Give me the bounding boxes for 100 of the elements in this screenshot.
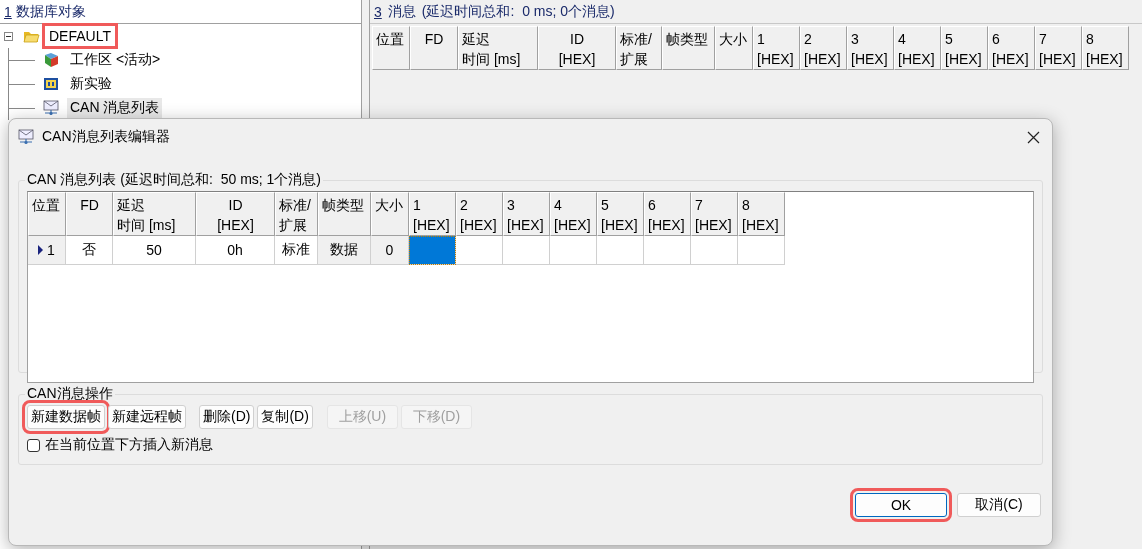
- header-text: [HEX]: [898, 50, 935, 69]
- table-cell: 否: [66, 236, 113, 265]
- column-header[interactable]: ID [HEX]: [538, 26, 616, 70]
- column-header[interactable]: 6 [HEX]: [988, 26, 1035, 70]
- column-header[interactable]: 7 [HEX]: [691, 192, 738, 236]
- envelope-network-icon: [43, 100, 59, 116]
- column-header[interactable]: 8 [HEX]: [738, 192, 785, 236]
- header-text: [HEX]: [460, 216, 497, 235]
- header-text: 帧类型: [666, 30, 708, 49]
- header-text: 6: [992, 30, 1000, 49]
- header-text: ID: [228, 196, 243, 215]
- column-header[interactable]: 1 [HEX]: [409, 192, 456, 236]
- mnemonic-number: 1: [4, 3, 12, 20]
- header-text: 位置: [32, 196, 60, 215]
- table-cell[interactable]: [738, 236, 785, 265]
- table-cell: 1: [47, 242, 55, 258]
- header-text: [HEX]: [507, 216, 544, 235]
- collapse-toggle[interactable]: [4, 31, 13, 41]
- header-text: [HEX]: [945, 50, 982, 69]
- table-cell[interactable]: [503, 236, 550, 265]
- column-header[interactable]: 1 [HEX]: [753, 26, 800, 70]
- tree-item[interactable]: 新实验: [67, 74, 115, 94]
- table-cell[interactable]: [550, 236, 597, 265]
- toolbar-button[interactable]: 删除(D): [199, 405, 255, 429]
- header-text: 延迟: [462, 30, 490, 49]
- header-text: 7: [1039, 30, 1047, 49]
- header-text: 大小: [375, 196, 403, 215]
- header-text: 5: [601, 196, 609, 215]
- header-text: [HEX]: [1039, 50, 1076, 69]
- table-cell[interactable]: [691, 236, 738, 265]
- group-title: CAN 消息列表 (延迟时间总和: 50 ms; 1个消息): [26, 171, 323, 189]
- header-text: 8: [742, 196, 750, 215]
- checkbox[interactable]: [27, 438, 40, 452]
- column-header[interactable]: 标准/ 扩展: [616, 26, 662, 70]
- header-text: 时间 [ms]: [462, 50, 521, 69]
- header-text: 大小: [719, 30, 747, 49]
- column-header[interactable]: 位置: [372, 26, 410, 70]
- column-header[interactable]: 5 [HEX]: [597, 192, 644, 236]
- column-header[interactable]: 8 [HEX]: [1082, 26, 1129, 70]
- column-header[interactable]: 位置: [28, 192, 66, 236]
- pane-title: 数据库对象: [15, 2, 86, 21]
- header-text: 标准/: [279, 196, 311, 215]
- toolbar-button[interactable]: 新建远程帧: [108, 405, 186, 429]
- column-header[interactable]: 延迟 时间 [ms]: [458, 26, 538, 70]
- header-text: 8: [1086, 30, 1094, 49]
- header-text: [HEX]: [1086, 50, 1123, 69]
- header-text: 6: [648, 196, 656, 215]
- header-text: 3: [851, 30, 859, 49]
- toolbar-button[interactable]: 复制(D): [257, 405, 313, 429]
- dialog-title: CAN消息列表编辑器: [42, 128, 171, 146]
- cube-icon: [43, 52, 59, 68]
- header-text: 2: [460, 196, 468, 215]
- column-header[interactable]: 7 [HEX]: [1035, 26, 1082, 70]
- column-header[interactable]: FD: [66, 192, 113, 236]
- header-text: 扩展: [279, 216, 307, 235]
- column-header[interactable]: 3 [HEX]: [503, 192, 550, 236]
- column-header[interactable]: 延迟 时间 [ms]: [113, 192, 196, 236]
- header-text: [HEX]: [648, 216, 685, 235]
- header-text: 1: [757, 30, 765, 49]
- header-text: 位置: [376, 30, 404, 49]
- column-header[interactable]: 帧类型: [318, 192, 371, 236]
- column-header[interactable]: 4 [HEX]: [550, 192, 597, 236]
- column-header[interactable]: 帧类型: [662, 26, 715, 70]
- column-header[interactable]: 大小: [715, 26, 753, 70]
- header-text: 7: [695, 196, 703, 215]
- close-icon[interactable]: [1027, 130, 1040, 144]
- column-header[interactable]: 4 [HEX]: [894, 26, 941, 70]
- header-text: [HEX]: [757, 50, 794, 69]
- table-cell[interactable]: [597, 236, 644, 265]
- header-text: FD: [424, 30, 444, 49]
- table-cell: 标准: [275, 236, 318, 265]
- table-cell: 数据: [318, 236, 371, 265]
- pane-title: 消息: [387, 2, 416, 21]
- tree-item[interactable]: 工作区 <活动>: [67, 50, 164, 70]
- header-text: 时间 [ms]: [117, 216, 176, 235]
- column-header[interactable]: 2 [HEX]: [800, 26, 847, 70]
- header-text: 2: [804, 30, 812, 49]
- header-text: 4: [898, 30, 906, 49]
- column-header[interactable]: FD: [410, 26, 458, 70]
- header-text: [HEX]: [217, 216, 254, 235]
- column-header[interactable]: 标准/ 扩展: [275, 192, 318, 236]
- header-text: 3: [507, 196, 515, 215]
- table-cell[interactable]: [644, 236, 691, 265]
- dialog-button[interactable]: 取消(C): [957, 493, 1041, 517]
- table-cell[interactable]: [456, 236, 503, 265]
- column-header[interactable]: ID [HEX]: [196, 192, 275, 236]
- table-cell[interactable]: [409, 236, 456, 265]
- column-header[interactable]: 6 [HEX]: [644, 192, 691, 236]
- column-header[interactable]: 2 [HEX]: [456, 192, 503, 236]
- column-header[interactable]: 大小: [371, 192, 409, 236]
- header-text: [HEX]: [742, 216, 779, 235]
- envelope-network-icon: [18, 129, 34, 145]
- tree-item[interactable]: CAN 消息列表: [67, 98, 163, 118]
- header-text: 帧类型: [322, 196, 364, 215]
- header-text: [HEX]: [992, 50, 1029, 69]
- header-text: FD: [80, 196, 99, 215]
- column-header[interactable]: 3 [HEX]: [847, 26, 894, 70]
- column-header[interactable]: 5 [HEX]: [941, 26, 988, 70]
- header-text: 5: [945, 30, 953, 49]
- header-text: [HEX]: [695, 216, 732, 235]
